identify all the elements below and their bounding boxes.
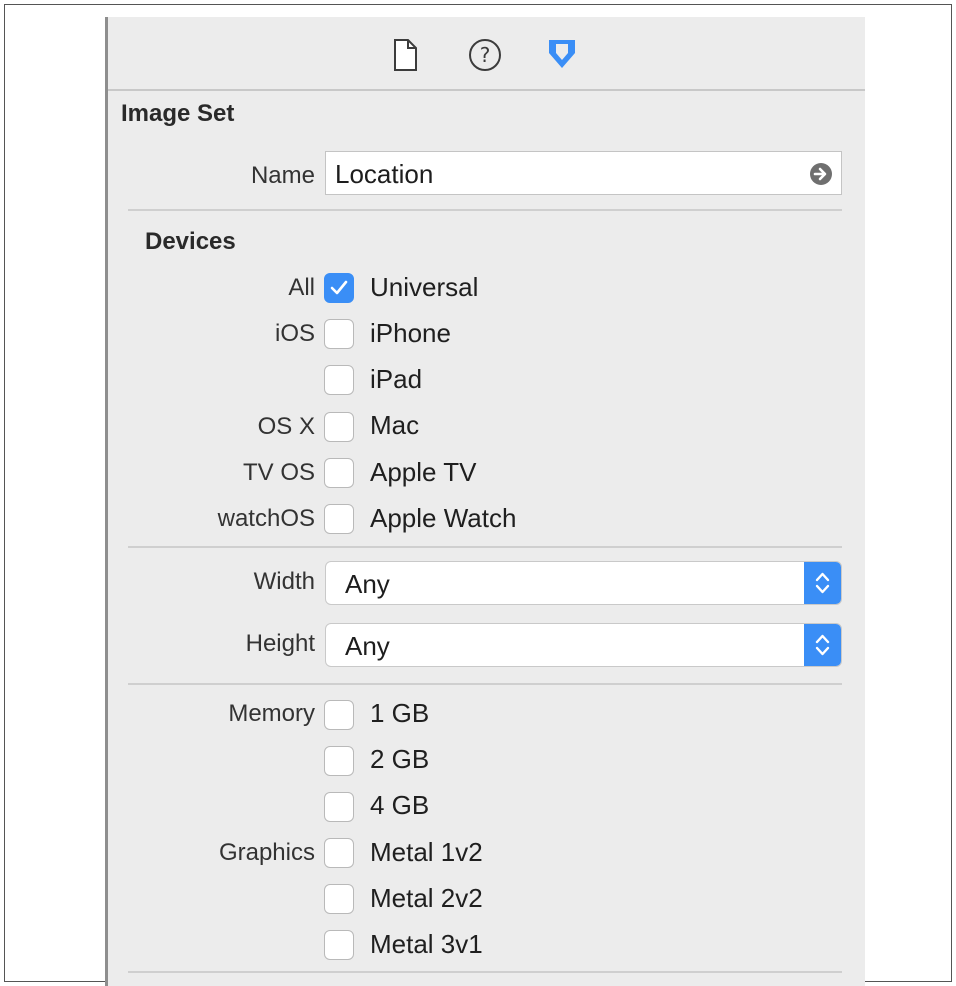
svg-text:?: ?: [480, 43, 491, 67]
checkbox-ipad[interactable]: [324, 365, 354, 395]
name-field[interactable]: Location: [325, 151, 842, 195]
device-label-iphone: iPhone: [370, 318, 451, 348]
checkbox-metal-2v2[interactable]: [324, 884, 354, 914]
width-label: Width: [253, 568, 315, 595]
up-down-chevron-icon: [815, 634, 830, 656]
graphics-option-metal-1v2: Metal 1v2: [370, 837, 483, 867]
checkbox-universal[interactable]: [324, 273, 354, 303]
memory-option-2gb: 2 GB: [370, 744, 430, 774]
device-label-ipad: iPad: [370, 364, 423, 394]
height-value: Any: [345, 631, 390, 661]
device-label-apple-tv: Apple TV: [370, 457, 477, 487]
checkbox-apple-watch[interactable]: [324, 504, 354, 534]
memory-option-4gb: 4 GB: [370, 790, 430, 820]
name-value: Location: [335, 159, 434, 189]
checkbox-apple-tv[interactable]: [324, 458, 354, 488]
device-label-mac: Mac: [370, 410, 420, 440]
device-label-apple-watch: Apple Watch: [370, 503, 517, 533]
attributes-inspector-panel: ? Image Set Name Location Devices All Un…: [105, 17, 865, 986]
up-down-chevron-icon: [815, 572, 830, 594]
file-inspector-icon[interactable]: [385, 35, 425, 75]
graphics-label: Graphics: [218, 839, 315, 866]
divider: [128, 546, 842, 548]
memory-label: Memory: [228, 700, 315, 727]
graphics-option-metal-2v2: Metal 2v2: [370, 883, 483, 913]
go-arrow-icon[interactable]: [809, 162, 833, 186]
divider: [128, 209, 842, 211]
inspector-toolbar: ?: [108, 17, 865, 91]
divider: [128, 683, 842, 685]
height-label: Height: [245, 630, 315, 657]
checkmark-icon: [330, 280, 348, 295]
device-label-universal: Universal: [370, 272, 479, 302]
checkbox-metal-1v2[interactable]: [324, 838, 354, 868]
checkbox-iphone[interactable]: [324, 319, 354, 349]
height-select[interactable]: Any: [325, 623, 842, 667]
devices-title: Devices: [145, 228, 236, 255]
checkbox-memory-4gb[interactable]: [324, 792, 354, 822]
divider: [128, 971, 842, 973]
checkbox-metal-3v1[interactable]: [324, 930, 354, 960]
device-group-watchos: watchOS: [217, 505, 315, 532]
device-group-all: All: [288, 274, 315, 301]
quick-help-icon[interactable]: ?: [465, 35, 505, 75]
device-group-tvos: TV OS: [242, 459, 315, 486]
memory-option-1gb: 1 GB: [370, 698, 430, 728]
checkbox-memory-2gb[interactable]: [324, 746, 354, 776]
attributes-inspector-icon[interactable]: [542, 35, 582, 75]
width-stepper-arrows[interactable]: [804, 562, 841, 604]
height-stepper-arrows[interactable]: [804, 624, 841, 666]
device-group-osx: OS X: [257, 413, 315, 440]
graphics-option-metal-3v1: Metal 3v1: [370, 929, 483, 959]
checkbox-memory-1gb[interactable]: [324, 700, 354, 730]
checkbox-mac[interactable]: [324, 412, 354, 442]
width-value: Any: [345, 569, 390, 599]
device-group-ios: iOS: [274, 320, 315, 347]
width-select[interactable]: Any: [325, 561, 842, 605]
name-label: Name: [250, 162, 315, 189]
image-set-title: Image Set: [121, 100, 235, 127]
